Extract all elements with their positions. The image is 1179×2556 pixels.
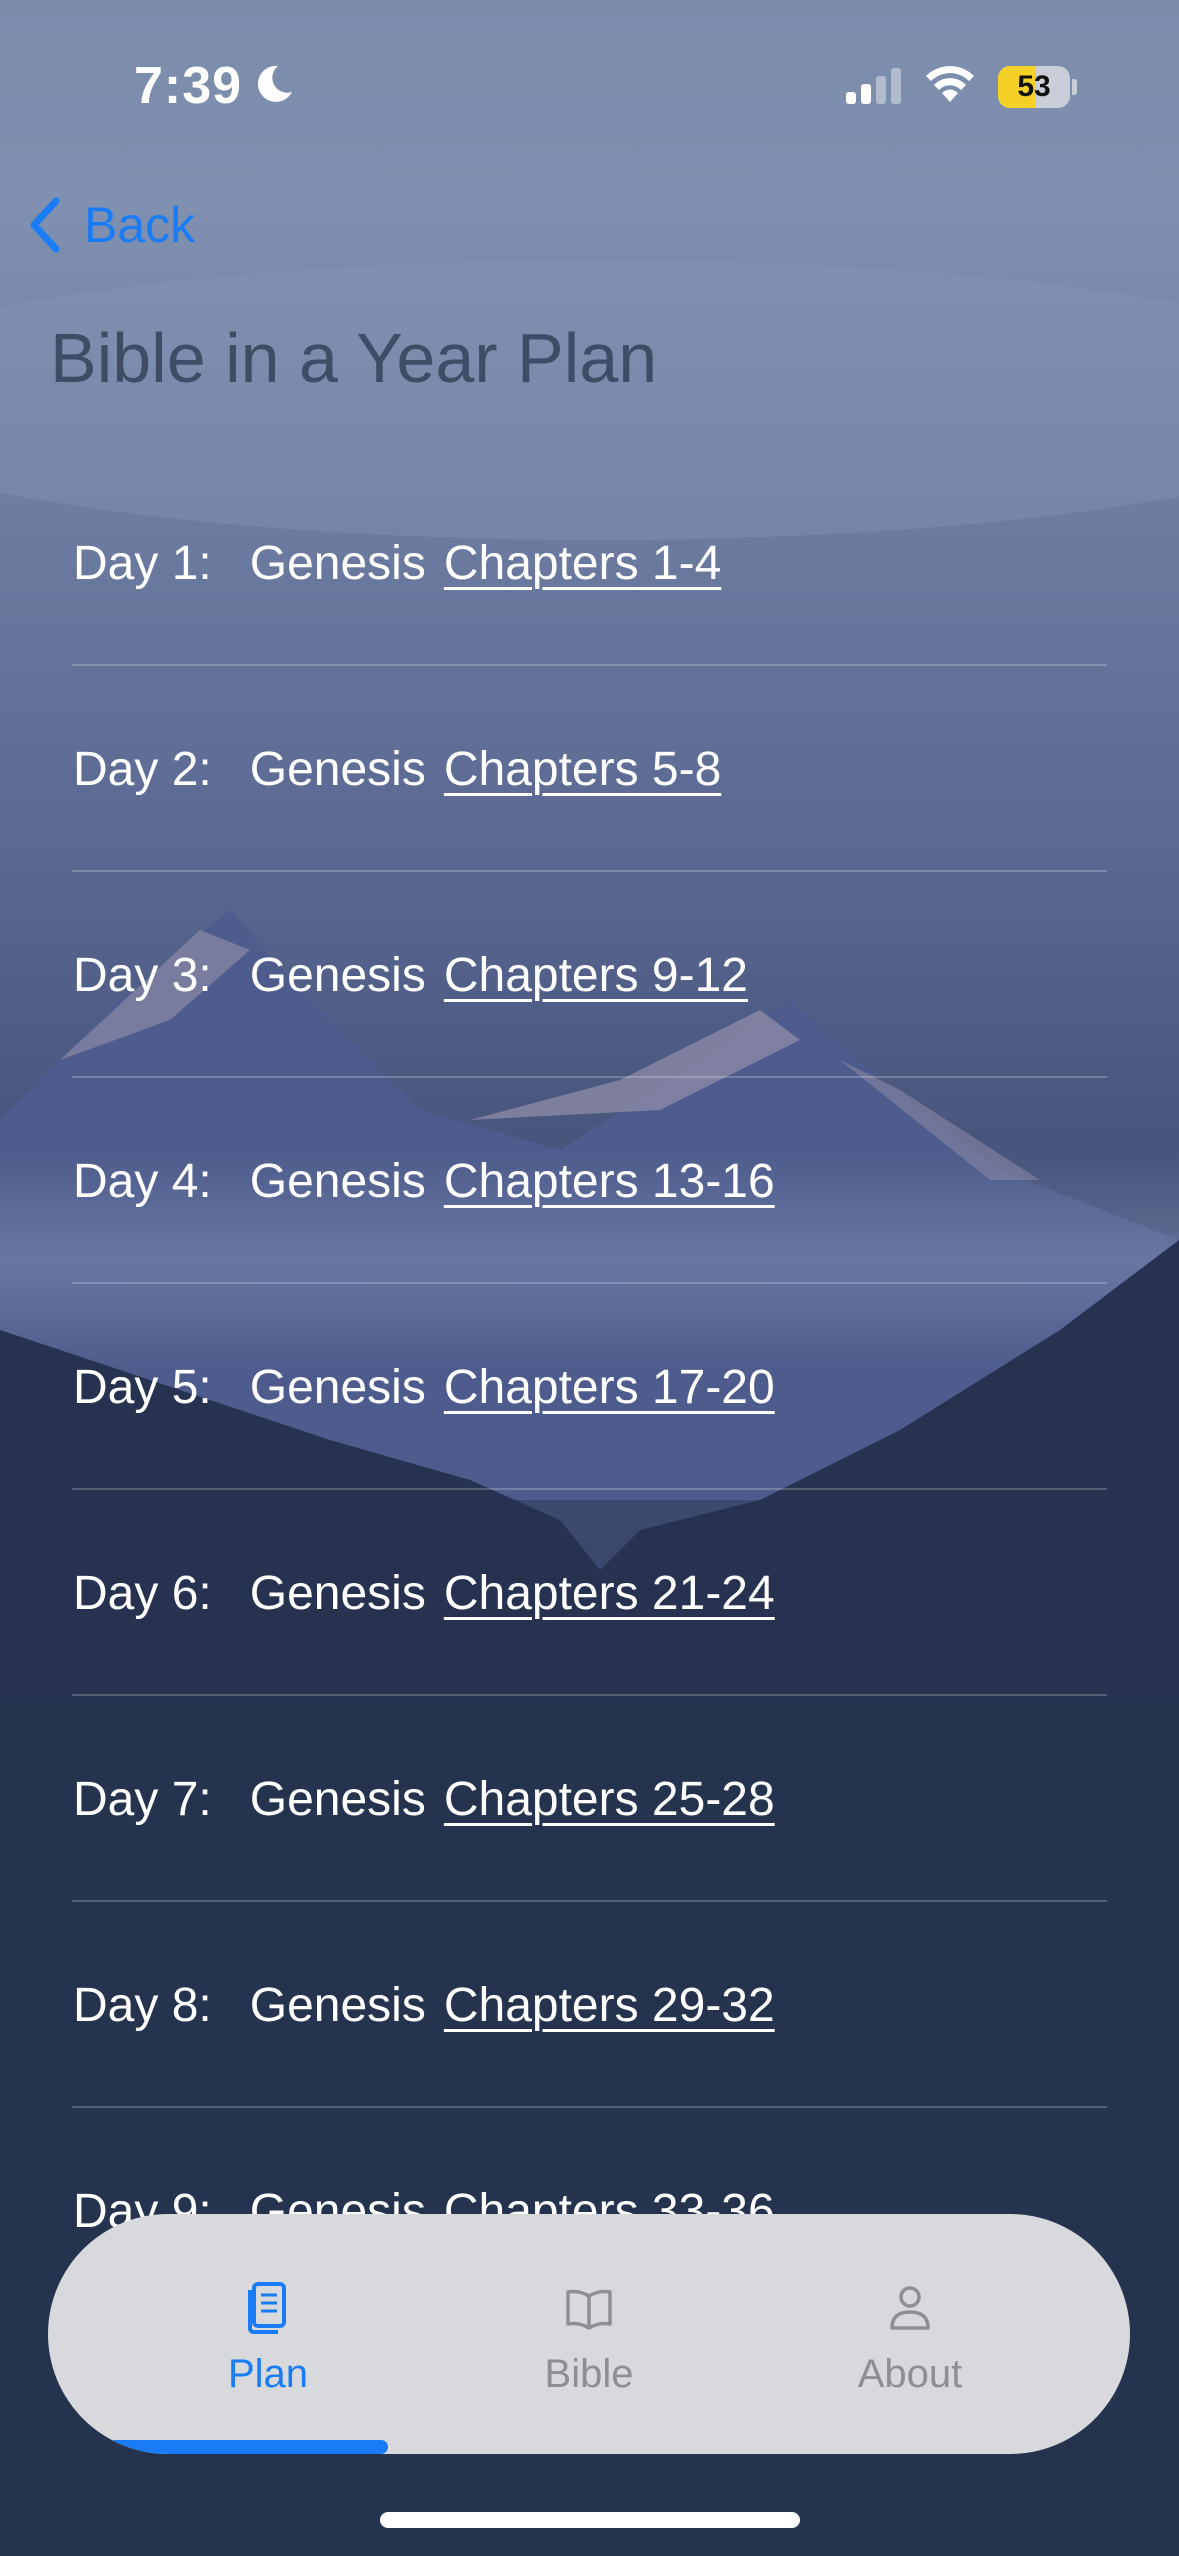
tab-about[interactable]: About — [730, 2214, 1090, 2454]
tab-plan-label: Plan — [227, 2352, 309, 2396]
book-icon — [566, 2289, 612, 2330]
reading-book: Genesis — [249, 1978, 426, 2032]
reading-day: Day 8: — [73, 1978, 212, 2032]
tab-bible[interactable]: Bible — [409, 2214, 769, 2454]
reading-day: Day 1: — [73, 536, 212, 590]
reading-chapters-link[interactable]: Chapters 5-8 — [444, 742, 721, 797]
back-button[interactable]: Back — [26, 190, 195, 260]
reading-row: Day 4: Genesis Chapters 13-16 — [0, 1078, 1179, 1284]
reading-day: Day 4: — [73, 1154, 212, 1208]
reading-row: Day 8: Genesis Chapters 29-32 — [0, 1902, 1179, 2108]
person-icon — [890, 2286, 930, 2330]
reading-book: Genesis — [249, 948, 426, 1002]
reading-row: Day 5: Genesis Chapters 17-20 — [0, 1284, 1179, 1490]
reading-book: Genesis — [249, 1360, 426, 1414]
reading-chapters-link[interactable]: Chapters 13-16 — [444, 1154, 775, 1209]
wifi-icon — [926, 66, 974, 102]
battery-icon: 53 — [998, 66, 1078, 108]
reading-row: Day 6: Genesis Chapters 21-24 — [0, 1490, 1179, 1696]
status-bar: 7:39 53 — [0, 0, 1179, 150]
reading-book: Genesis — [249, 536, 426, 590]
reading-book: Genesis — [249, 1566, 426, 1620]
chevron-left-icon — [30, 197, 60, 253]
reading-day: Day 6: — [73, 1566, 212, 1620]
active-tab-indicator — [108, 2440, 388, 2454]
reading-row: Day 1: Genesis Chapters 1-4 — [0, 460, 1179, 666]
reading-chapters-link[interactable]: Chapters 29-32 — [444, 1978, 775, 2033]
reading-chapters-link[interactable]: Chapters 9-12 — [444, 948, 748, 1003]
reading-chapters-link[interactable]: Chapters 17-20 — [444, 1360, 775, 1415]
reading-day: Day 7: — [73, 1772, 212, 1826]
signal-icon — [846, 68, 901, 104]
tab-bar: Plan Bible About — [48, 2214, 1130, 2454]
reading-day: Day 2: — [73, 742, 212, 796]
reading-chapters-link[interactable]: Chapters 1-4 — [444, 536, 721, 591]
moon-icon — [257, 65, 292, 102]
plan-icon — [248, 2282, 286, 2334]
reading-chapters-link[interactable]: Chapters 21-24 — [444, 1566, 775, 1621]
reading-book: Genesis — [249, 742, 426, 796]
back-label: Back — [84, 197, 196, 253]
reading-row: Day 7: Genesis Chapters 25-28 — [0, 1696, 1179, 1902]
battery-percent: 53 — [1017, 70, 1051, 103]
reading-day: Day 5: — [73, 1360, 212, 1414]
status-time: 7:39 — [134, 57, 243, 115]
tab-plan[interactable]: Plan — [88, 2214, 448, 2454]
reading-row: Day 3: Genesis Chapters 9-12 — [0, 872, 1179, 1078]
tab-bible-label: Bible — [544, 2352, 634, 2396]
reading-book: Genesis — [249, 1154, 426, 1208]
reading-book: Genesis — [249, 1772, 426, 1826]
reading-day: Day 3: — [73, 948, 212, 1002]
page-title: Bible in a Year Plan — [50, 319, 658, 397]
reading-list: Day 1: Genesis Chapters 1-4 Day 2: Genes… — [0, 460, 1179, 2314]
reading-chapters-link[interactable]: Chapters 25-28 — [444, 1772, 775, 1827]
tab-about-label: About — [857, 2352, 963, 2396]
reading-row: Day 2: Genesis Chapters 5-8 — [0, 666, 1179, 872]
home-indicator — [380, 2512, 800, 2528]
